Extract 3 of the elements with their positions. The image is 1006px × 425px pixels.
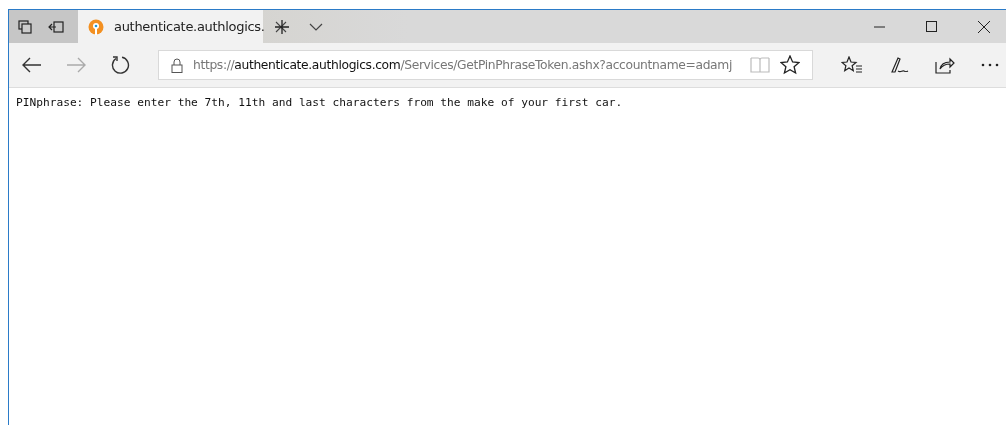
address-bar[interactable]: https://authenticate.authlogics.com/Services/GetPinPhraseToken.ashx?accountname=adamj [158, 50, 813, 80]
page-text: PINphrase: Please enter the 7th, 11th and last characters from the make of your first car. [16, 96, 624, 109]
url-text[interactable]: https://authenticate.authlogics.com/Services/GetPinPhraseToken.ashx?accountname=adamj [193, 58, 740, 72]
